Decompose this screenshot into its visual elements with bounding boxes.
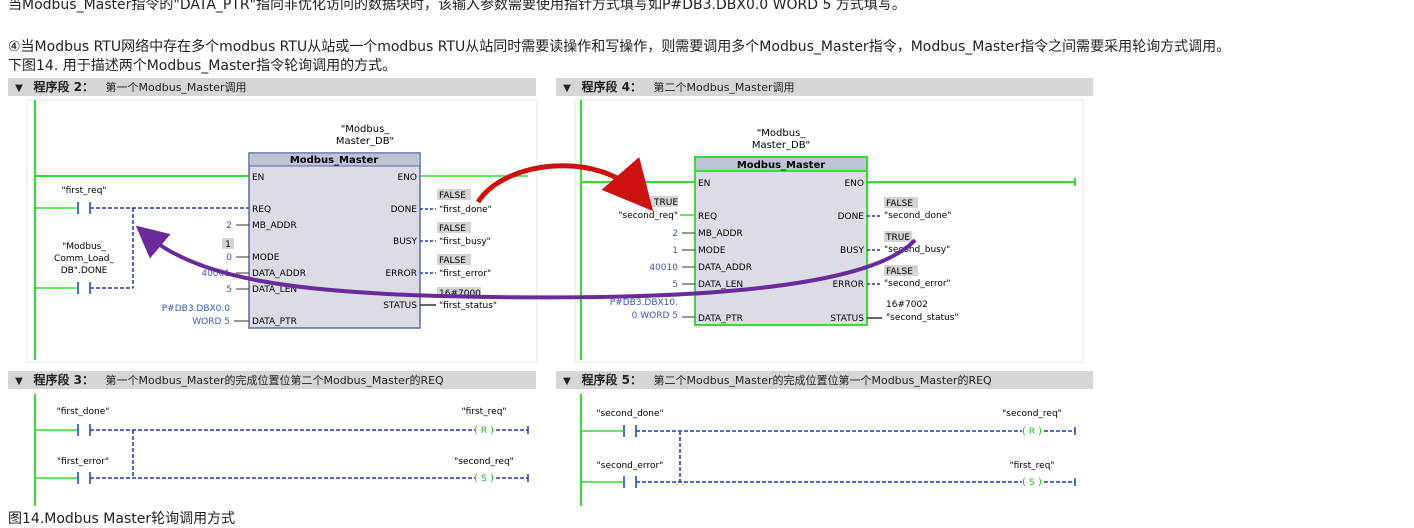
pin-mode: MODE: [698, 246, 726, 256]
instance-db-name: "Modbus_: [757, 128, 807, 139]
coil-tag[interactable]: "first_req": [461, 407, 506, 417]
coil-bracket: ): [490, 473, 494, 484]
output-tag[interactable]: "first_busy": [439, 237, 491, 247]
pin-data-addr: DATA_ADDR: [698, 263, 752, 273]
pin-done: DONE: [838, 212, 865, 222]
monitor-value: FALSE: [439, 224, 466, 234]
monitor-value: FALSE: [439, 191, 466, 201]
output-tag[interactable]: "first_status": [439, 301, 497, 311]
param-value[interactable]: 1: [672, 246, 678, 256]
output-tag[interactable]: "second_error": [884, 279, 951, 289]
param-value[interactable]: 2: [672, 229, 678, 239]
block-name: Modbus_Master: [737, 160, 825, 171]
monitor-value: FALSE: [886, 267, 913, 277]
param-value[interactable]: P#DB3.DBX0.0: [162, 304, 231, 314]
monitor-value: FALSE: [886, 199, 913, 209]
monitor-value: 16#7002: [886, 300, 928, 310]
param-value[interactable]: 5: [672, 280, 678, 290]
contact-tag[interactable]: "first_req": [61, 186, 106, 196]
instance-db-name: "Modbus_: [341, 124, 391, 135]
monitor-value: TRUE: [653, 198, 678, 208]
block-name: Modbus_Master: [290, 155, 378, 166]
pin-error: ERROR: [385, 269, 417, 279]
pin-data-addr: DATA_ADDR: [252, 269, 306, 279]
coil-bracket: ): [1038, 477, 1042, 488]
network-4: "Modbus_ Master_DB" Modbus_Master EN ENO…: [574, 99, 1084, 363]
param-value[interactable]: 0: [226, 253, 232, 263]
pin-mb-addr: MB_ADDR: [698, 229, 743, 239]
pin-busy: BUSY: [840, 246, 864, 256]
param-value[interactable]: 40010: [649, 263, 678, 273]
coil-bracket: (: [1022, 477, 1026, 488]
output-tag[interactable]: "first_done": [439, 205, 492, 215]
coil-tag[interactable]: "second_req": [1002, 409, 1062, 419]
pin-data-ptr: DATA_PTR: [252, 317, 297, 327]
contact-tag[interactable]: "Modbus_: [62, 242, 106, 252]
pin-data-ptr: DATA_PTR: [698, 314, 743, 324]
coil-bracket: (: [474, 473, 478, 484]
coil-bracket: (: [474, 425, 478, 436]
pin-status: STATUS: [830, 314, 864, 324]
output-tag[interactable]: "second_status": [886, 313, 959, 323]
pin-req: REQ: [698, 212, 717, 222]
contact-tag[interactable]: "second_error": [597, 461, 664, 471]
network-5: "second_done" "second_req" R ( ) "second…: [580, 394, 1076, 506]
param-value[interactable]: 0 WORD 5: [632, 311, 678, 321]
coil-bracket: (: [1022, 426, 1026, 437]
param-value[interactable]: WORD 5: [192, 317, 230, 327]
set-coil[interactable]: S: [481, 474, 487, 484]
contact-tag[interactable]: "first_error": [57, 457, 109, 467]
pin-status: STATUS: [383, 301, 417, 311]
coil-tag[interactable]: "second_req": [454, 457, 514, 467]
pin-en: EN: [698, 179, 710, 189]
network-2: "Modbus_ Master_DB" Modbus_Master EN ENO…: [26, 99, 538, 363]
pin-mb-addr: MB_ADDR: [252, 221, 297, 231]
figure-caption: 图14.Modbus Master轮询调用方式: [8, 511, 236, 527]
pin-done: DONE: [391, 205, 418, 215]
input-tag[interactable]: "second_req": [618, 211, 678, 221]
contact-tag[interactable]: DB".DONE: [61, 266, 108, 276]
pin-eno: ENO: [397, 173, 417, 183]
param-value[interactable]: P#DB3.DBX10.: [610, 298, 678, 308]
function-block[interactable]: [694, 156, 868, 326]
coil-tag[interactable]: "first_req": [1009, 461, 1054, 471]
monitor-value: 1: [225, 240, 231, 250]
monitor-value: TRUE: [885, 233, 910, 243]
coil-bracket: ): [490, 425, 494, 436]
output-tag[interactable]: "first_error": [439, 269, 491, 279]
param-value[interactable]: 2: [226, 221, 232, 231]
set-coil[interactable]: S: [1029, 478, 1035, 488]
output-tag[interactable]: "second_done": [884, 211, 951, 221]
monitor-value: FALSE: [439, 256, 466, 266]
pin-error: ERROR: [832, 280, 864, 290]
pin-eno: ENO: [844, 179, 864, 189]
pin-busy: BUSY: [393, 237, 417, 247]
pin-en: EN: [252, 173, 264, 183]
pin-req: REQ: [252, 205, 271, 215]
param-value[interactable]: 5: [226, 285, 232, 295]
ladder-diagram: "Modbus_ Master_DB" Modbus_Master EN ENO…: [26, 99, 1084, 506]
contact-tag[interactable]: "first_done": [57, 407, 110, 417]
contact-tag[interactable]: "second_done": [596, 409, 663, 419]
instance-db-name: Master_DB": [336, 136, 394, 147]
reset-coil[interactable]: R: [1029, 427, 1035, 437]
reset-coil[interactable]: R: [481, 426, 487, 436]
pin-mode: MODE: [252, 253, 280, 263]
contact-tag[interactable]: Comm_Load_: [54, 254, 114, 264]
instance-db-name: Master_DB": [752, 140, 810, 151]
coil-bracket: ): [1038, 426, 1042, 437]
network-3: "first_done" "first_req" R ( ) "first_er…: [34, 394, 529, 506]
